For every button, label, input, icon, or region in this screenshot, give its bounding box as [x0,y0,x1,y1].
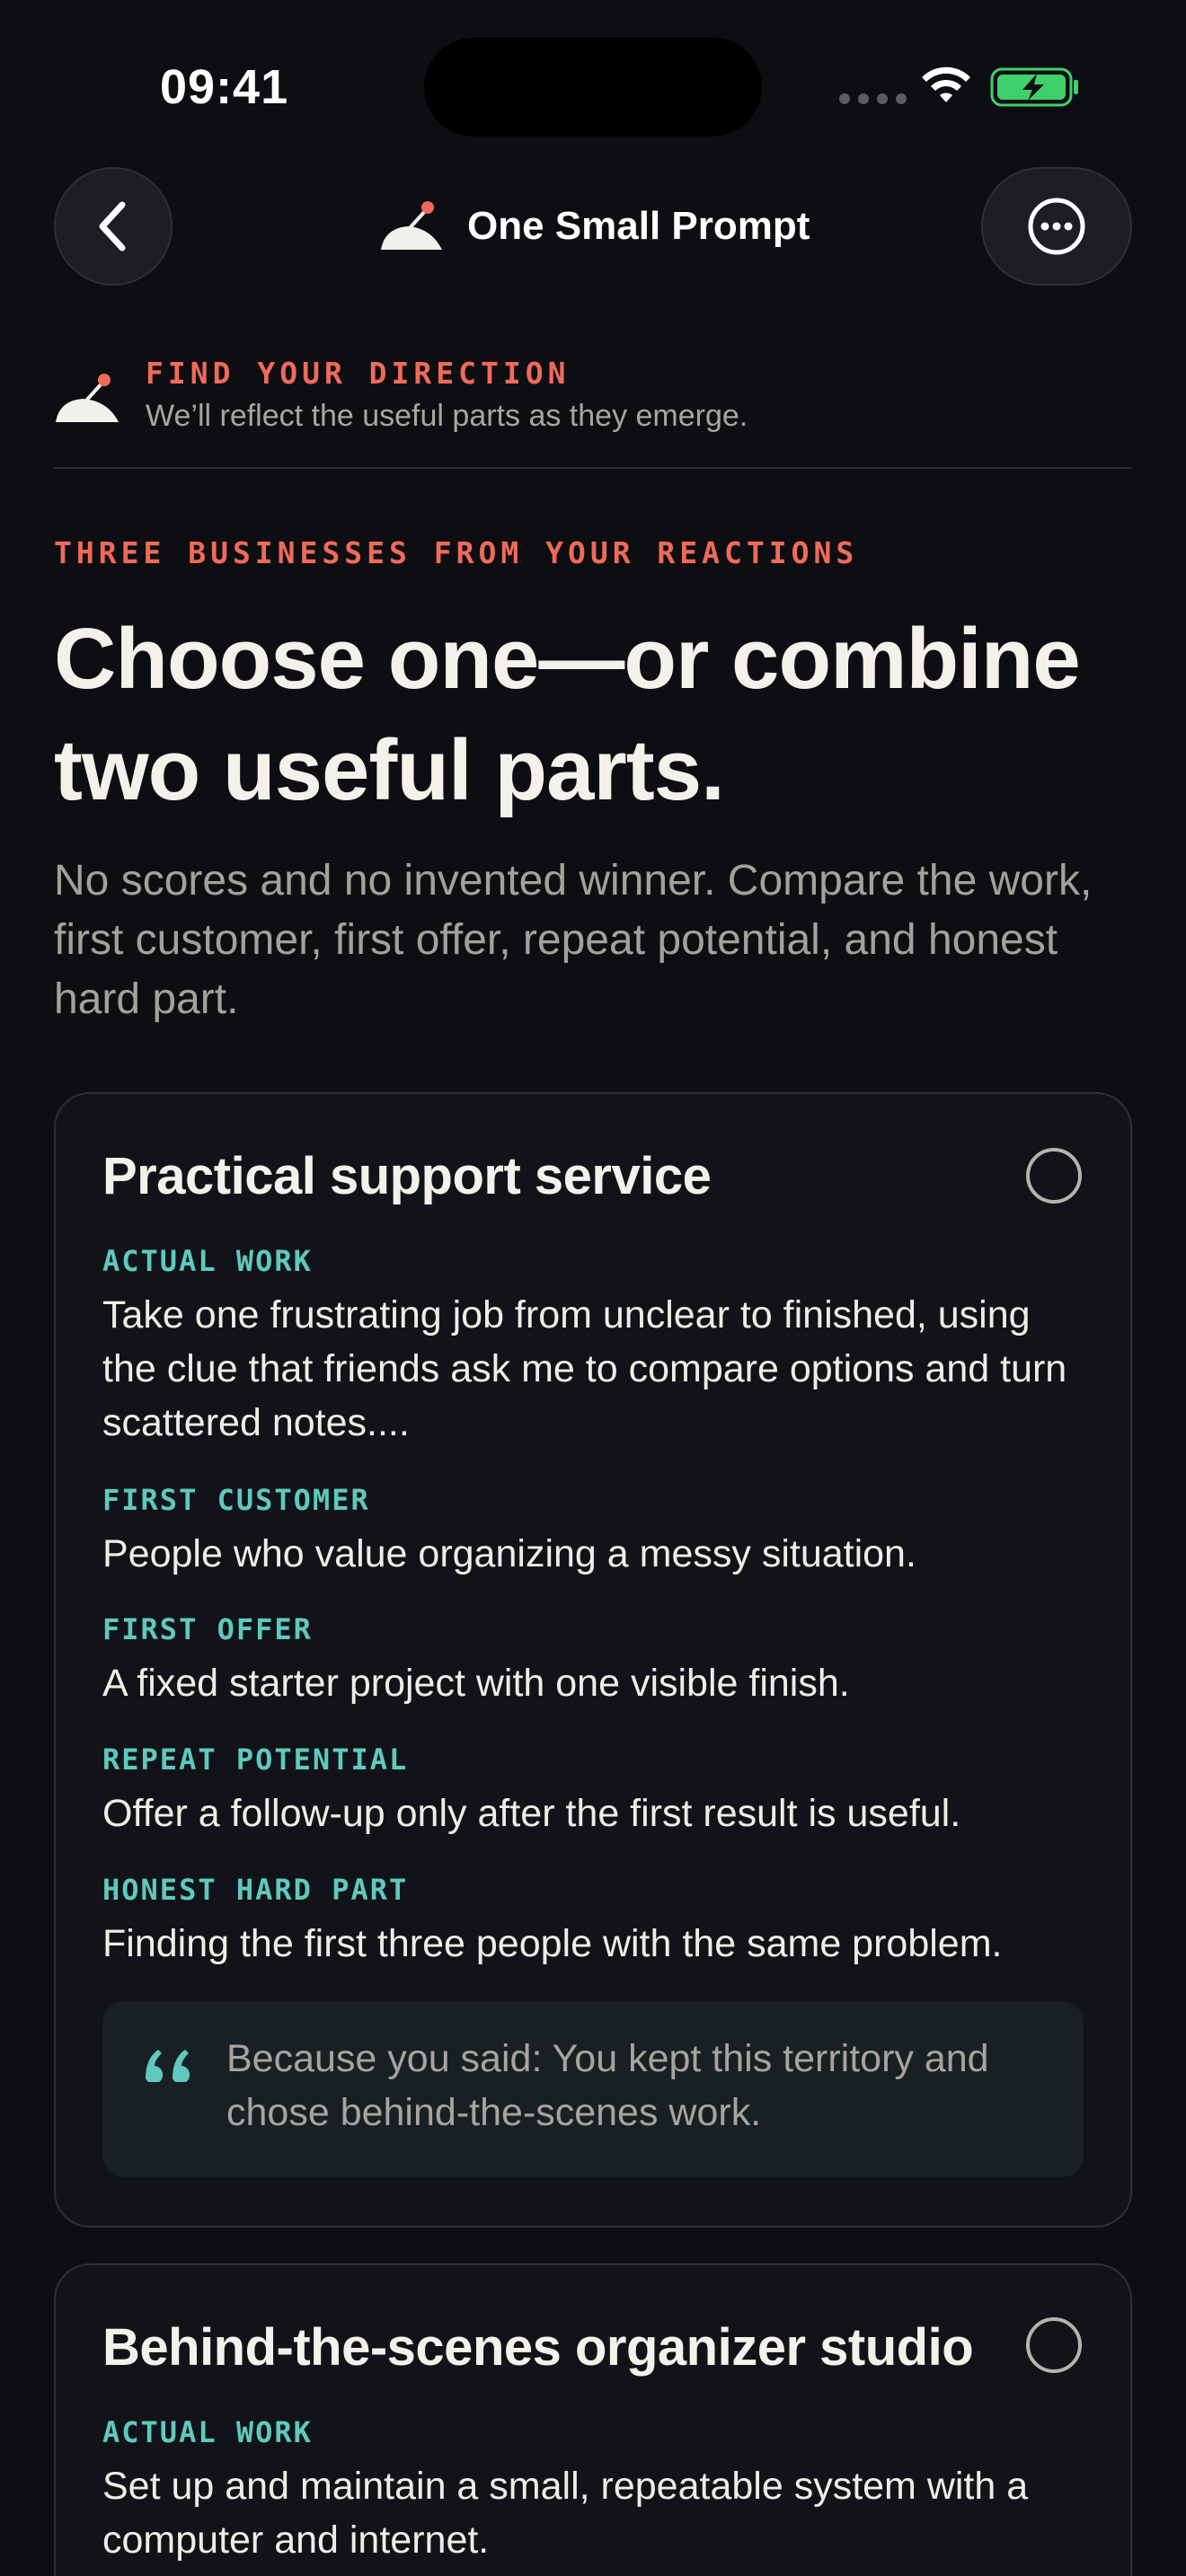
wifi-icon [922,66,970,102]
status-time: 09:41 [160,60,289,114]
field-label: HONEST HARD PART [102,1873,409,1907]
ellipsis-circle-icon [1028,198,1085,255]
field-value: People who value organizing a messy situ… [102,1532,916,1575]
section-eyebrow: THREE BUSINESSES FROM YOUR REACTIONS [54,535,859,570]
desk-bell-icon [56,374,119,422]
screen: 09:41 One Small Prompt FIND YOUR DIRECTI… [0,0,1186,2576]
field-first-customer: FIRST CUSTOMER People who value organizi… [102,1480,1091,1581]
page-title: Choose one—or combine two useful parts. [54,611,1081,818]
quote-text: Because you said: You kept this territor… [226,2037,989,2134]
field-repeat-potential: REPEAT POTENTIAL Offer a follow-up only … [102,1740,1091,1840]
direction-subtitle: We’ll reflect the useful parts as they e… [146,399,748,433]
app-header: One Small Prompt [377,194,810,259]
intro-description: No scores and no invented winner. Compar… [54,857,1093,1023]
cellular-signal-icon [839,93,907,104]
field-value: Offer a follow-up only after the first r… [102,1792,961,1835]
divider [54,467,1132,469]
card-title: Practical support service [102,1147,712,1205]
more-options-button[interactable] [981,167,1132,286]
battery-charging-icon [990,67,1078,107]
business-option-card[interactable]: Practical support service ACTUAL WORK Ta… [54,1092,1132,2228]
field-value: Take one frustrating job from unclear to… [102,1293,1067,1444]
select-radio[interactable] [1026,1148,1082,1204]
field-value: A fixed starter project with one visible… [102,1662,850,1705]
chevron-left-icon [99,201,126,251]
app-title: One Small Prompt [467,204,810,248]
field-actual-work: ACTUAL WORK Set up and maintain a small,… [102,2413,1091,2567]
card-title: Behind-the-scenes organizer studio [102,2318,974,2377]
field-label: REPEAT POTENTIAL [102,1742,409,1777]
desk-bell-icon [381,201,442,250]
field-value: Finding the first three people with the … [102,1922,1003,1965]
business-option-card[interactable]: Behind-the-scenes organizer studio ACTUA… [54,2263,1132,2576]
field-first-offer: FIRST OFFER A fixed starter project with… [102,1610,1091,1710]
status-bar: 09:41 [0,0,1186,162]
field-label: ACTUAL WORK [102,2415,313,2449]
quote-icon [146,2050,190,2082]
field-label: FIRST CUSTOMER [102,1483,370,1517]
reason-quote: Because you said: You kept this territor… [102,2001,1084,2177]
direction-banner: FIND YOUR DIRECTION We’ll reflect the us… [54,352,1132,469]
field-label: ACTUAL WORK [102,1244,313,1278]
direction-eyebrow: FIND YOUR DIRECTION [146,356,571,391]
dynamic-island [424,38,762,137]
field-actual-work: ACTUAL WORK Take one frustrating job fro… [102,1241,1091,1450]
select-radio[interactable] [1026,2317,1082,2373]
field-label: FIRST OFFER [102,1612,313,1646]
back-button[interactable] [54,167,173,286]
field-value: Set up and maintain a small, repeatable … [102,2465,1029,2562]
field-honest-hard-part: HONEST HARD PART Finding the first three… [102,1870,1091,1971]
